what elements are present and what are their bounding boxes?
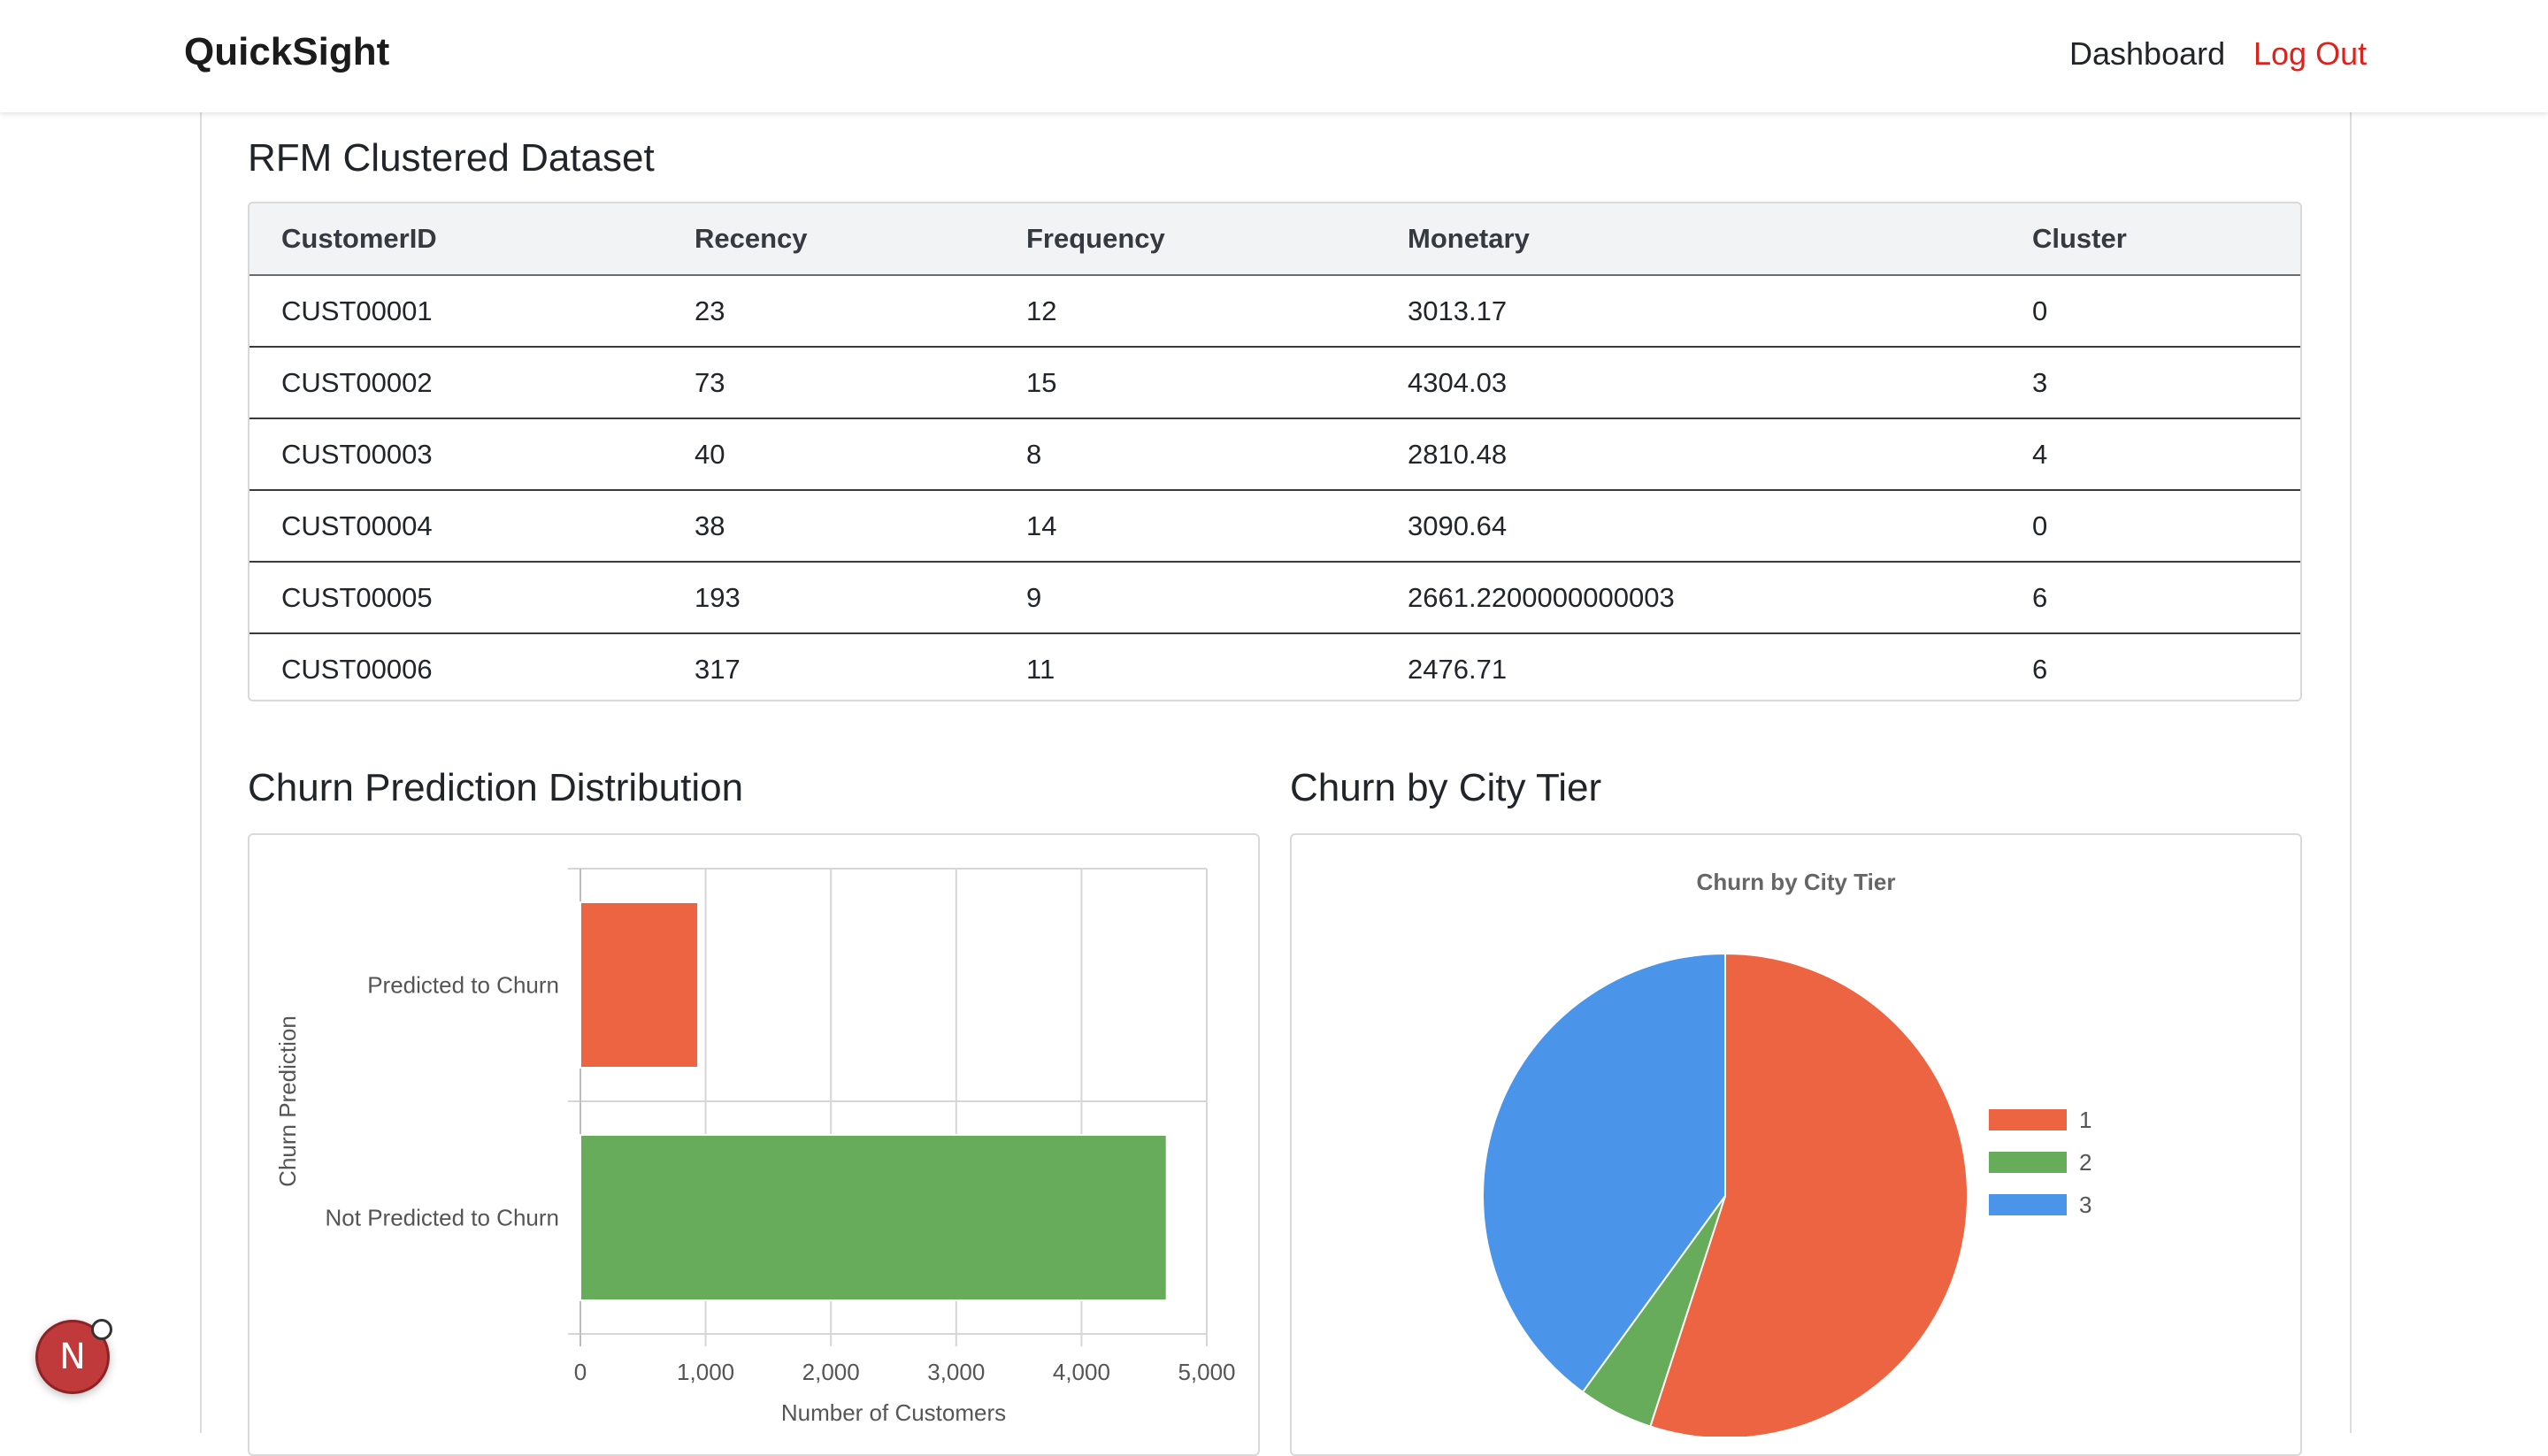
- rfm-section-title: RFM Clustered Dataset: [248, 136, 655, 180]
- cell-recency: 40: [663, 418, 994, 491]
- cell-frequency: 11: [1026, 653, 1055, 685]
- nav-dashboard-link[interactable]: Dashboard: [2069, 35, 2225, 73]
- cell-cluster: 0: [2000, 490, 2300, 563]
- brand-logo[interactable]: QuickSight: [184, 30, 389, 74]
- notification-dot-icon: [91, 1319, 112, 1340]
- cell-frequency: 15: [994, 347, 1376, 419]
- cell-cluster: 6: [2032, 653, 2048, 685]
- x-tick-label: 0: [574, 1359, 587, 1385]
- bar-2: [579, 1134, 1168, 1301]
- cell-cluster: 6: [2000, 562, 2300, 634]
- y-axis-title: Churn Prediction: [274, 1015, 301, 1187]
- table-row: CUST00005 193 9 2661.2200000000003 6: [249, 562, 2300, 634]
- rfm-table-card: CustomerID Recency Frequency Monetary Cl…: [248, 202, 2302, 701]
- churn-city-tier-pie-chart: Churn by City Tier 1 2 3: [1482, 869, 2091, 1437]
- x-tick-label: 4,000: [1053, 1359, 1110, 1385]
- nav-logout-link[interactable]: Log Out: [2253, 35, 2367, 73]
- cell-recency: 193: [663, 562, 994, 634]
- legend-swatch-3: [1989, 1194, 2067, 1215]
- top-navbar: QuickSight Dashboard Log Out: [0, 0, 2548, 112]
- x-tick-label: 2,000: [802, 1359, 860, 1385]
- column-header-customerid: CustomerID: [249, 203, 663, 276]
- cell-customer-id: CUST00003: [249, 418, 663, 491]
- churn-distribution-chart-card: 0 1,000 2,000 3,000 4,000 5,000 Predicted to C…: [248, 833, 1260, 1456]
- column-header-monetary: Monetary: [1376, 203, 2000, 276]
- table-row: CUST00002 73 15 4304.03 3: [249, 347, 2300, 419]
- legend-label: 3: [2079, 1192, 2091, 1218]
- table-row: CUST00004 38 14 3090.64 0: [249, 490, 2300, 563]
- x-tick-label: 3,000: [927, 1359, 985, 1385]
- x-tick-label: 1,000: [677, 1359, 734, 1385]
- rfm-table: CustomerID Recency Frequency Monetary Cl…: [249, 203, 2300, 700]
- cell-cluster: 0: [2000, 275, 2300, 348]
- column-header-frequency: Frequency: [994, 203, 1376, 276]
- cell-monetary: 2661.2200000000003: [1376, 562, 2000, 634]
- legend-swatch-2: [1989, 1152, 2067, 1173]
- cell-frequency: 9: [994, 562, 1376, 634]
- table-row: CUST00006 317 11 2476.71 6: [249, 633, 2300, 700]
- churn-city-tier-chart-card: Churn by City Tier 1 2 3: [1290, 833, 2302, 1456]
- cell-frequency: 8: [994, 418, 1376, 491]
- cell-monetary: 2810.48: [1376, 418, 2000, 491]
- cell-monetary: 4304.03: [1376, 347, 2000, 419]
- cell-monetary: 3090.64: [1376, 490, 2000, 563]
- cell-customer-id: CUST00002: [249, 347, 663, 419]
- cell-monetary: 2476.71: [1408, 653, 1508, 685]
- floating-n-button[interactable]: N: [35, 1319, 112, 1394]
- cell-cluster: 4: [2000, 418, 2300, 491]
- cell-recency: 73: [663, 347, 994, 419]
- legend-label: 1: [2079, 1107, 2091, 1133]
- cell-frequency: 14: [994, 490, 1376, 563]
- category-label: Predicted to Churn: [367, 972, 559, 999]
- x-axis-title: Number of Customers: [781, 1399, 1006, 1426]
- column-header-cluster: Cluster: [2000, 203, 2300, 276]
- cell-customer-id: CUST00006: [281, 653, 433, 685]
- table-row: CUST00003 40 8 2810.48 4: [249, 418, 2300, 491]
- pie-chart-title: Churn by City Tier: [1697, 869, 1896, 895]
- x-tick-label: 5,000: [1178, 1359, 1235, 1385]
- churn-distribution-title: Churn Prediction Distribution: [248, 766, 744, 809]
- legend-label: 2: [2079, 1149, 2091, 1176]
- table-row: CUST00001 23 12 3013.17 0: [249, 275, 2300, 348]
- table-header-row: CustomerID Recency Frequency Monetary Cl…: [249, 203, 2300, 276]
- cell-customer-id: CUST00001: [249, 275, 663, 348]
- cell-customer-id: CUST00005: [249, 562, 663, 634]
- cell-cluster: 3: [2000, 347, 2300, 419]
- category-label: Not Predicted to Churn: [326, 1205, 559, 1231]
- bar-1: [579, 901, 700, 1069]
- churn-distribution-bar-chart: 0 1,000 2,000 3,000 4,000 5,000 Predicted to C…: [274, 868, 1236, 1426]
- legend-swatch-1: [1989, 1109, 2067, 1130]
- cell-recency: 38: [663, 490, 994, 563]
- churn-city-tier-title: Churn by City Tier: [1290, 766, 1602, 809]
- cell-recency: 23: [663, 275, 994, 348]
- cell-customer-id: CUST00004: [249, 490, 663, 563]
- column-header-recency: Recency: [663, 203, 994, 276]
- cell-monetary: 3013.17: [1376, 275, 2000, 348]
- cell-frequency: 12: [994, 275, 1376, 348]
- cell-recency: 317: [695, 653, 741, 685]
